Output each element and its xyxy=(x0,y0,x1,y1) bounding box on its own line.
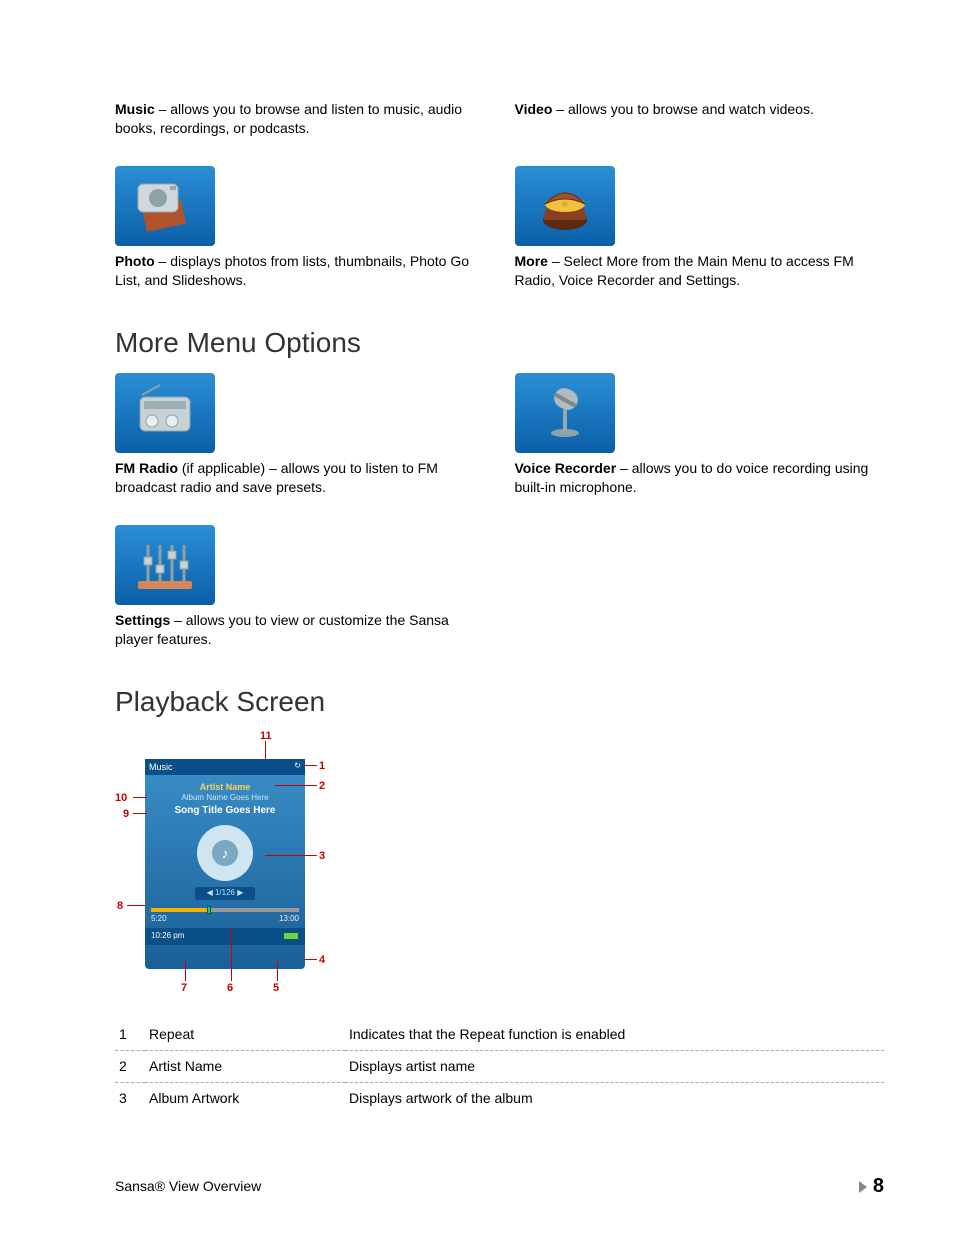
legend-num: 2 xyxy=(115,1050,145,1082)
page-footer: Sansa® View Overview 8 xyxy=(115,1173,884,1200)
footer-title: Sansa® View Overview xyxy=(115,1177,261,1196)
album-art-icon: ♪ xyxy=(197,825,253,881)
legend-desc: Indicates that the Repeat function is en… xyxy=(345,1019,884,1050)
screen-clock: 10:26 pm xyxy=(151,931,184,942)
legend-table: 1 Repeat Indicates that the Repeat funct… xyxy=(115,1019,884,1114)
more-icon xyxy=(515,166,615,246)
legend-num: 3 xyxy=(115,1082,145,1113)
progress-bar xyxy=(151,908,299,912)
more-text: – Select More from the Main Menu to acce… xyxy=(515,253,854,288)
screen-pager: ◀ 1/126 ▶ xyxy=(195,887,255,900)
music-text: – allows you to browse and listen to mus… xyxy=(115,101,462,136)
more-title: More xyxy=(515,253,548,269)
photo-text: – displays photos from lists, thumbnails… xyxy=(115,253,469,288)
legend-name: Album Artwork xyxy=(145,1082,345,1113)
settings-title: Settings xyxy=(115,612,170,628)
more-menu-heading: More Menu Options xyxy=(115,324,884,362)
video-text: – allows you to browse and watch videos. xyxy=(552,101,813,117)
photo-title: Photo xyxy=(115,253,155,269)
callout-5: 5 xyxy=(273,981,279,996)
fm-radio-title: FM Radio xyxy=(115,460,178,476)
callout-2: 2 xyxy=(319,779,325,794)
callout-7: 7 xyxy=(181,981,187,996)
photo-description: Photo – displays photos from lists, thum… xyxy=(115,252,485,290)
fm-radio-description: FM Radio (if applicable) – allows you to… xyxy=(115,459,485,497)
table-row: 2 Artist Name Displays artist name xyxy=(115,1050,884,1082)
table-row: 3 Album Artwork Displays artwork of the … xyxy=(115,1082,884,1113)
screen-elapsed: 5:20 xyxy=(151,914,167,925)
callout-4: 4 xyxy=(319,953,325,968)
video-description: Video – allows you to browse and watch v… xyxy=(515,100,885,119)
more-description: More – Select More from the Main Menu to… xyxy=(515,252,885,290)
svg-text:♪: ♪ xyxy=(222,845,229,861)
voice-recorder-description: Voice Recorder – allows you to do voice … xyxy=(515,459,885,497)
settings-description: Settings – allows you to view or customi… xyxy=(115,611,485,649)
screen-header: Music xyxy=(149,762,173,772)
legend-desc: Displays artwork of the album xyxy=(345,1082,884,1113)
callout-1: 1 xyxy=(319,759,325,774)
settings-icon xyxy=(115,525,215,605)
legend-desc: Displays artist name xyxy=(345,1050,884,1082)
callout-10: 10 xyxy=(115,791,127,806)
callout-6: 6 xyxy=(227,981,233,996)
legend-name: Artist Name xyxy=(145,1050,345,1082)
fm-radio-icon xyxy=(115,373,215,453)
video-title: Video xyxy=(515,101,553,117)
callout-9: 9 xyxy=(123,807,129,822)
next-page-icon xyxy=(859,1181,867,1193)
page-number: 8 xyxy=(873,1173,884,1200)
voice-recorder-title: Voice Recorder xyxy=(515,460,617,476)
screen-album: Album Name Goes Here xyxy=(145,793,305,804)
device-screen: Music ↻ Artist Name Album Name Goes Here… xyxy=(145,759,305,969)
table-row: 1 Repeat Indicates that the Repeat funct… xyxy=(115,1019,884,1050)
callout-8: 8 xyxy=(117,899,123,914)
photo-icon xyxy=(115,166,215,246)
callout-3: 3 xyxy=(319,849,325,864)
music-description: Music – allows you to browse and listen … xyxy=(115,100,485,138)
battery-icon xyxy=(283,932,299,940)
music-title: Music xyxy=(115,101,155,117)
screen-total: 13:00 xyxy=(279,914,299,925)
legend-name: Repeat xyxy=(145,1019,345,1050)
screen-artist: Artist Name xyxy=(145,781,305,793)
voice-recorder-icon xyxy=(515,373,615,453)
legend-num: 1 xyxy=(115,1019,145,1050)
screen-song: Song Title Goes Here xyxy=(145,804,305,818)
playback-heading: Playback Screen xyxy=(115,683,884,721)
playback-diagram: Music ↻ Artist Name Album Name Goes Here… xyxy=(115,729,335,999)
